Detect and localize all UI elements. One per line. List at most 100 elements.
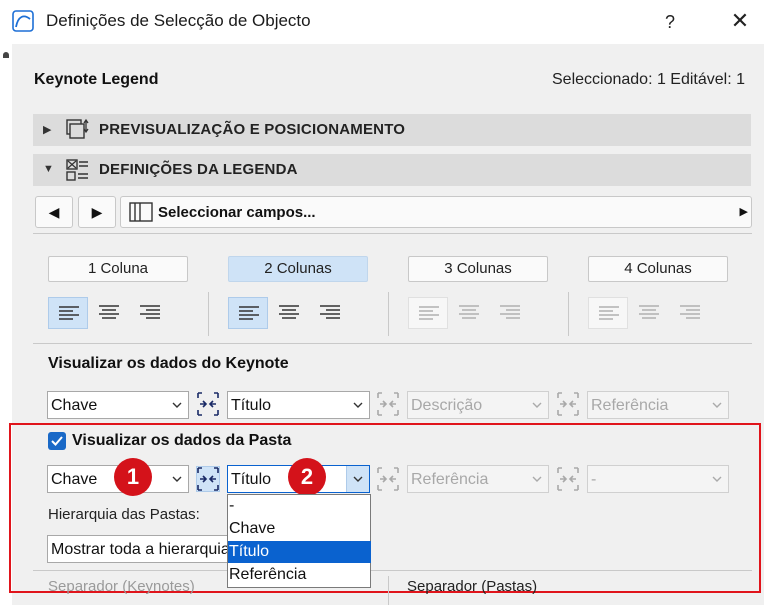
checkmark-icon: [51, 436, 63, 446]
align-right-icon: [680, 305, 700, 319]
keynote-field-3-select[interactable]: Descrição: [407, 391, 549, 419]
chevron-down-icon: [712, 476, 722, 482]
two-columns-button[interactable]: 2 Colunas: [228, 256, 368, 282]
align-right-icon: [320, 305, 340, 319]
keynote-data-heading: Visualizar os dados do Keynote: [48, 355, 289, 372]
select-fields-button[interactable]: Seleccionar campos... ▶: [120, 196, 752, 228]
select-value: Referência: [411, 471, 489, 488]
chevron-down-icon: [172, 402, 182, 408]
show-folder-data-checkbox[interactable]: [48, 432, 66, 450]
link-fields-icon[interactable]: [376, 391, 400, 417]
align-right-icon: [500, 305, 520, 319]
link-fields-icon[interactable]: [376, 466, 400, 492]
select-value: Título: [231, 397, 272, 414]
dropdown-option[interactable]: Chave: [228, 518, 371, 540]
align-center-button[interactable]: [629, 297, 669, 329]
column-divider: [388, 576, 389, 605]
select-value: Mostrar toda a hierarquia: [51, 541, 230, 558]
align-right-button[interactable]: [130, 297, 170, 329]
align-left-icon: [239, 306, 259, 320]
link-fields-icon[interactable]: [556, 466, 580, 492]
align-right-button[interactable]: [310, 297, 350, 329]
dropdown-option[interactable]: -: [228, 495, 371, 517]
keynote-field-1-select[interactable]: Chave: [47, 391, 189, 419]
align-center-icon: [639, 305, 659, 319]
folder-field-3-select[interactable]: Referência: [407, 465, 549, 493]
window-title: Definições de Selecção de Objecto: [46, 11, 311, 30]
next-button[interactable]: ▶: [78, 196, 116, 228]
align-right-button[interactable]: [670, 297, 710, 329]
section-legend-settings[interactable]: ▼ DEFINIÇÕES DA LEGENDA: [33, 154, 751, 186]
align-left-button[interactable]: [228, 297, 268, 329]
section-label: DEFINIÇÕES DA LEGENDA: [99, 161, 298, 178]
callout-badge: 1: [114, 458, 152, 496]
align-left-button[interactable]: [48, 297, 88, 329]
align-center-icon: [99, 305, 119, 319]
align-center-button[interactable]: [269, 297, 309, 329]
link-fields-icon[interactable]: [196, 466, 220, 492]
chevron-down-icon: [353, 402, 363, 408]
select-value: Título: [231, 471, 272, 488]
keynote-separator-label: Separador (Keynotes): [48, 578, 195, 595]
close-button[interactable]: ✕: [722, 6, 758, 38]
select-value: Descrição: [411, 397, 483, 414]
align-center-icon: [459, 305, 479, 319]
dropdown-toggle[interactable]: [346, 466, 369, 492]
app-icon: [12, 10, 34, 32]
columns-icon: [129, 202, 153, 222]
column-divider: [388, 292, 389, 336]
align-right-button[interactable]: [490, 297, 530, 329]
align-center-button[interactable]: [89, 297, 129, 329]
one-column-button[interactable]: 1 Coluna: [48, 256, 188, 282]
divider: [33, 233, 752, 234]
align-left-icon: [59, 306, 79, 320]
select-value: Referência: [591, 397, 669, 414]
chevron-down-icon: [353, 476, 363, 482]
four-columns-button[interactable]: 4 Colunas: [588, 256, 728, 282]
select-value: Chave: [51, 471, 98, 488]
link-fields-icon[interactable]: [556, 391, 580, 417]
callout-badge: 2: [288, 458, 326, 496]
align-left-button[interactable]: [588, 297, 628, 329]
folder-separator-label: Separador (Pastas): [407, 578, 538, 595]
legend-settings-icon: [66, 159, 88, 181]
keynote-field-4-select[interactable]: Referência: [587, 391, 729, 419]
previous-button[interactable]: ◀: [35, 196, 73, 228]
chevron-down-icon: [712, 402, 722, 408]
dropdown-option[interactable]: Referência: [228, 564, 371, 586]
select-value: Chave: [51, 397, 98, 414]
align-center-button[interactable]: [449, 297, 489, 329]
chevron-down-icon: [532, 476, 542, 482]
divider: [33, 570, 752, 571]
field-options-dropdown: - Chave Título Referência: [227, 494, 371, 588]
link-fields-icon[interactable]: [196, 391, 220, 417]
align-center-icon: [279, 305, 299, 319]
align-left-icon: [599, 306, 619, 320]
dropdown-option-selected[interactable]: Título: [228, 541, 371, 563]
chevron-down-icon: [172, 476, 182, 482]
folder-field-4-select[interactable]: -: [587, 465, 729, 493]
keynote-field-2-select[interactable]: Título: [227, 391, 370, 419]
section-preview-positioning[interactable]: ▶ PREVISUALIZAÇÃO E POSICIONAMENTO: [33, 114, 751, 146]
chevron-right-icon: ▶: [739, 206, 748, 218]
select-fields-label: Seleccionar campos...: [158, 204, 316, 221]
resize-marker: [3, 52, 9, 58]
folder-data-heading: Visualizar os dados da Pasta: [72, 432, 292, 449]
divider: [33, 343, 752, 344]
expand-arrow-icon: ▶: [43, 124, 52, 136]
align-right-icon: [140, 305, 160, 319]
element-name: Keynote Legend: [34, 71, 159, 88]
folder-hierarchy-select[interactable]: Mostrar toda a hierarquia: [47, 535, 233, 563]
three-columns-button[interactable]: 3 Colunas: [408, 256, 548, 282]
align-left-icon: [419, 306, 439, 320]
align-left-button[interactable]: [408, 297, 448, 329]
column-divider: [208, 292, 209, 336]
selection-status: Seleccionado: 1 Editável: 1: [552, 71, 746, 88]
help-button[interactable]: ?: [652, 6, 688, 38]
folder-hierarchy-label: Hierarquia das Pastas:: [48, 506, 200, 523]
section-label: PREVISUALIZAÇÃO E POSICIONAMENTO: [99, 121, 406, 138]
collapse-arrow-icon: ▼: [43, 163, 54, 175]
chevron-down-icon: [532, 402, 542, 408]
preview-position-icon: [66, 118, 89, 139]
column-divider: [568, 292, 569, 336]
